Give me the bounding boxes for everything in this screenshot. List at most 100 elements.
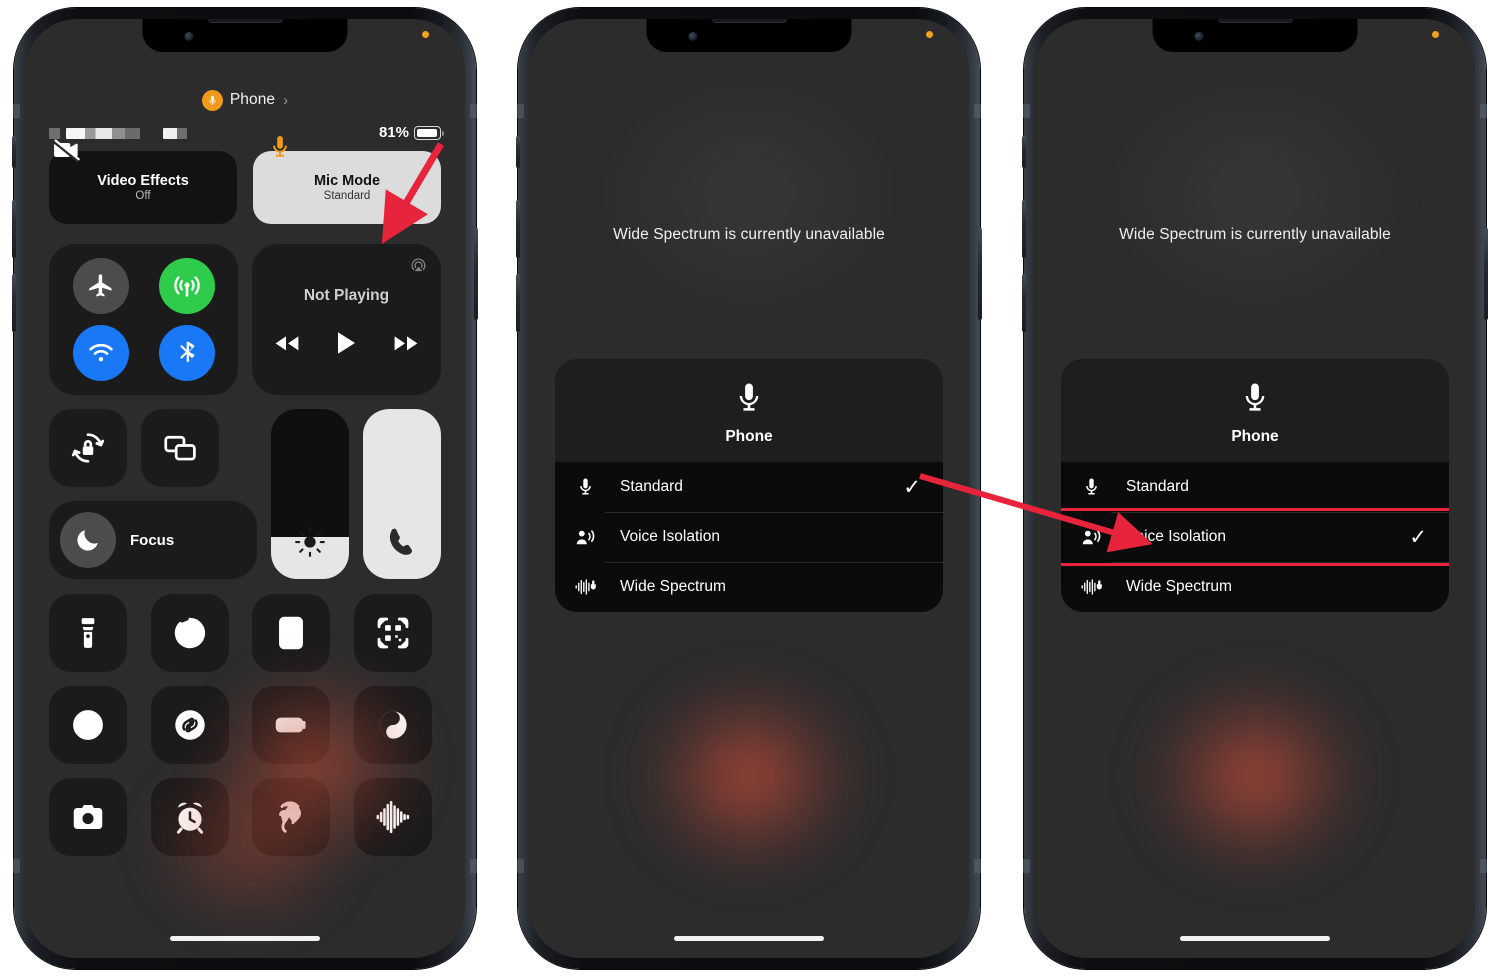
active-app-indicator[interactable]: Phone ›: [49, 89, 441, 111]
antenna-band: [974, 859, 981, 873]
mic-mode-option-wide-spectrum[interactable]: Wide Spectrum ✓: [1061, 562, 1449, 612]
microphone-in-use-indicator: [926, 31, 933, 38]
focus-label: Focus: [130, 531, 175, 549]
fast-forward-icon[interactable]: [393, 335, 419, 357]
phone-device-3: Wide Spectrum is currently unavailable P…: [1022, 8, 1488, 969]
mic-mode-option-voice-isolation[interactable]: Voice Isolation ✓: [1061, 508, 1449, 566]
mic-mode-options: Standard ✓: [1061, 462, 1449, 612]
option-label: Wide Spectrum: [1126, 578, 1232, 595]
airplay-icon[interactable]: [410, 257, 427, 274]
silent-switch[interactable]: [516, 136, 520, 168]
now-playing-panel[interactable]: Not Playing: [252, 244, 441, 395]
mic-mode-sheet-title: Phone: [725, 428, 773, 445]
home-indicator[interactable]: [170, 936, 320, 941]
connectivity-panel: [49, 244, 238, 395]
option-label: Wide Spectrum: [620, 578, 726, 595]
bluetooth-toggle[interactable]: [158, 325, 215, 381]
sound-recognition-tile[interactable]: [353, 778, 432, 856]
mic-mode-button[interactable]: Mic Mode Standard: [253, 136, 441, 224]
antenna-band: [1023, 859, 1030, 873]
front-camera-icon: [184, 32, 194, 41]
battery-icon: [414, 125, 444, 140]
antenna-band: [517, 104, 524, 118]
notch: [142, 19, 348, 52]
microphone-in-use-indicator: [1432, 31, 1439, 38]
mic-mode-title: Mic Mode: [313, 173, 381, 189]
silent-switch[interactable]: [12, 136, 16, 168]
mic-mode-option-standard[interactable]: Standard ✓: [555, 462, 943, 512]
control-center-middle-grid: Focus: [49, 409, 441, 579]
alarm-tile[interactable]: [150, 778, 229, 856]
camera-tile[interactable]: [49, 778, 127, 856]
option-label: Standard: [1126, 478, 1189, 495]
mic-mode-sheet-title: Phone: [1231, 428, 1279, 445]
microphone-icon: [1076, 476, 1106, 498]
notch: [646, 19, 852, 52]
antenna-band: [1480, 104, 1487, 118]
qr-code-scanner-tile[interactable]: [353, 594, 432, 672]
chevron-right-icon: ›: [283, 91, 289, 109]
flashlight-tile[interactable]: [49, 594, 127, 672]
shazam-tile[interactable]: [150, 686, 229, 764]
mic-mode-option-wide-spectrum[interactable]: Wide Spectrum ✓: [555, 562, 943, 612]
volume-up-button[interactable]: [12, 200, 16, 258]
front-camera-icon: [1194, 32, 1204, 41]
rewind-icon[interactable]: [274, 335, 300, 357]
phone-screen-1: Phone › 81% Video Effects Off Mic Mode S…: [25, 19, 465, 958]
power-button[interactable]: [978, 228, 982, 320]
volume-up-button[interactable]: [516, 200, 520, 258]
phone-screen-3: Wide Spectrum is currently unavailable P…: [1035, 19, 1475, 958]
brightness-slider[interactable]: [271, 409, 349, 579]
volume-down-button[interactable]: [12, 274, 16, 332]
home-indicator[interactable]: [674, 936, 824, 941]
screen-mirroring-tile[interactable]: [141, 409, 219, 487]
antenna-band: [470, 104, 477, 118]
microphone-in-use-indicator: [422, 31, 429, 38]
airplane-mode-toggle[interactable]: [72, 258, 129, 314]
volume-down-button[interactable]: [1022, 274, 1026, 332]
wifi-toggle[interactable]: [72, 325, 129, 381]
left-controls-column: Focus: [49, 409, 257, 579]
dark-mode-tile[interactable]: [353, 686, 432, 764]
sliders-group: [271, 409, 441, 579]
play-icon[interactable]: [336, 331, 357, 360]
antenna-band: [1480, 859, 1487, 873]
wifi-indicator-blurred: [163, 128, 187, 139]
shortcuts-grid: [49, 594, 441, 856]
antenna-band: [517, 859, 524, 873]
power-button[interactable]: [1484, 228, 1488, 320]
rotation-lock-tile[interactable]: [49, 409, 127, 487]
media-transport-controls: [264, 331, 429, 360]
video-effects-button[interactable]: Video Effects Off: [49, 139, 237, 224]
volume-slider[interactable]: [363, 409, 441, 579]
control-center-top-grid: Not Playing: [49, 244, 441, 395]
microphone-icon: [570, 476, 600, 498]
ambient-glow: [641, 679, 857, 874]
option-label: Voice Isolation: [620, 528, 720, 545]
call-screen: Wide Spectrum is currently unavailable P…: [1035, 19, 1475, 958]
cellular-data-toggle[interactable]: [158, 258, 215, 314]
earpiece-speaker: [712, 19, 786, 23]
checkmark-icon: ✓: [903, 475, 921, 499]
calculator-tile[interactable]: [252, 594, 330, 672]
power-button[interactable]: [474, 228, 478, 320]
antenna-band: [13, 104, 20, 118]
timer-tile[interactable]: [150, 594, 229, 672]
mic-mode-sheet: Phone Standard ✓: [1061, 359, 1449, 612]
moon-icon: [60, 512, 116, 568]
screen-recording-tile[interactable]: [49, 686, 127, 764]
earpiece-speaker: [208, 19, 282, 23]
low-power-mode-tile[interactable]: [252, 686, 330, 764]
home-indicator[interactable]: [1180, 936, 1330, 941]
video-effects-title: Video Effects: [97, 173, 189, 189]
volume-down-button[interactable]: [516, 274, 520, 332]
mic-mode-option-voice-isolation[interactable]: Voice Isolation ✓: [555, 512, 943, 562]
hearing-tile[interactable]: [252, 778, 330, 856]
silent-switch[interactable]: [1022, 136, 1026, 168]
mic-mode-option-standard[interactable]: Standard ✓: [1061, 462, 1449, 512]
unavailable-notice: Wide Spectrum is currently unavailable: [1119, 226, 1391, 243]
voice-isolation-icon: [1076, 527, 1106, 548]
volume-up-button[interactable]: [1022, 200, 1026, 258]
focus-tile[interactable]: Focus: [49, 501, 257, 579]
status-bar: 81%: [49, 124, 444, 142]
